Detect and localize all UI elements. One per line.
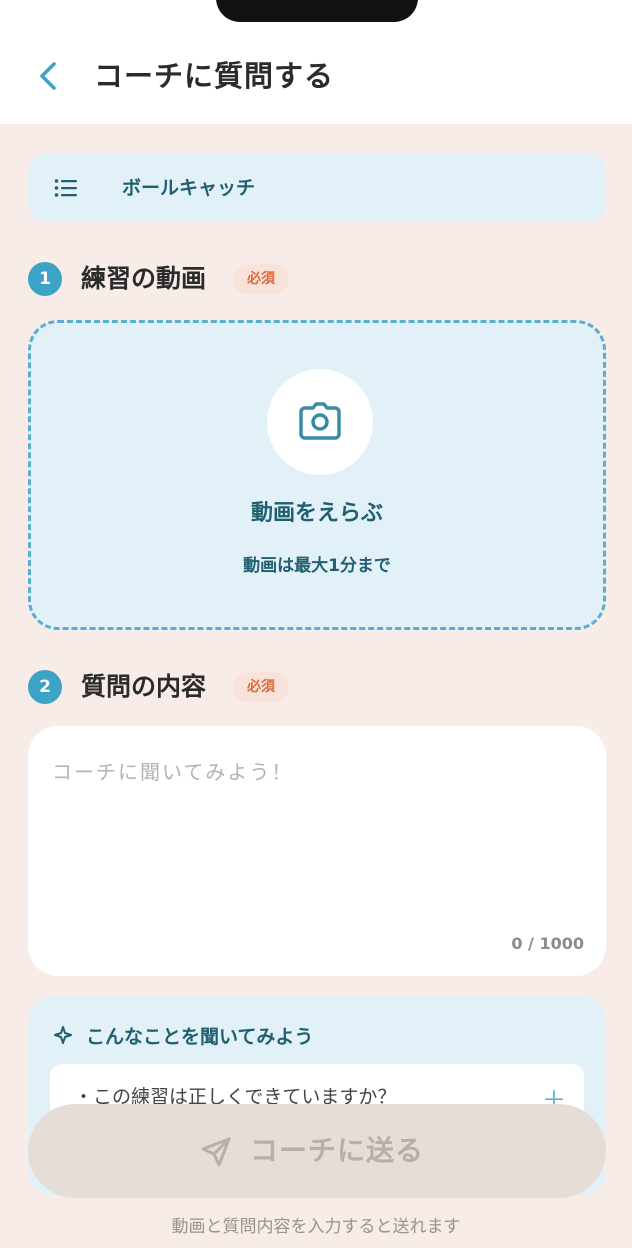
selected-menu-card[interactable]: ボールキャッチ	[28, 154, 606, 222]
required-badge: 必須	[233, 672, 289, 702]
hints-title: こんなことを聞いてみよう	[86, 1026, 314, 1048]
question-screen: コーチに質問する ボールキャッチ 1 練習の動画 必須 動画をえらぶ 動画は最大…	[0, 0, 632, 1248]
upload-title: 動画をえらぶ	[250, 501, 383, 526]
send-button-label: コーチに送る	[250, 1135, 425, 1166]
send-to-coach-button[interactable]: コーチに送る	[28, 1104, 606, 1198]
paper-plane-icon	[201, 1137, 231, 1167]
question-textarea[interactable]	[52, 756, 582, 926]
upload-limit-text: 動画は最大1分まで	[243, 556, 391, 576]
question-input-card: 0 / 1000	[28, 726, 606, 976]
list-icon	[54, 179, 77, 197]
camera-button[interactable]	[267, 369, 373, 475]
required-badge: 必須	[233, 264, 289, 294]
section-title: 練習の動画	[81, 264, 207, 293]
video-upload-area[interactable]: 動画をえらぶ 動画は最大1分まで	[28, 320, 606, 630]
device-notch	[216, 0, 418, 22]
camera-icon	[299, 402, 341, 440]
section-question-heading: 2 質問の内容 必須	[28, 666, 328, 706]
sparkle-icon	[54, 1026, 72, 1044]
back-button[interactable]	[30, 56, 70, 96]
step-number-badge: 2	[28, 670, 62, 704]
character-counter: 0 / 1000	[511, 934, 584, 953]
chevron-left-icon	[40, 62, 56, 90]
step-number-badge: 1	[28, 262, 62, 296]
send-requirement-note: 動画と質問内容を入力すると送れます	[171, 1217, 461, 1237]
menu-label: ボールキャッチ	[122, 177, 256, 199]
section-video-heading: 1 練習の動画 必須	[28, 258, 328, 298]
page-title: コーチに質問する	[94, 59, 335, 93]
section-title: 質問の内容	[81, 672, 207, 701]
